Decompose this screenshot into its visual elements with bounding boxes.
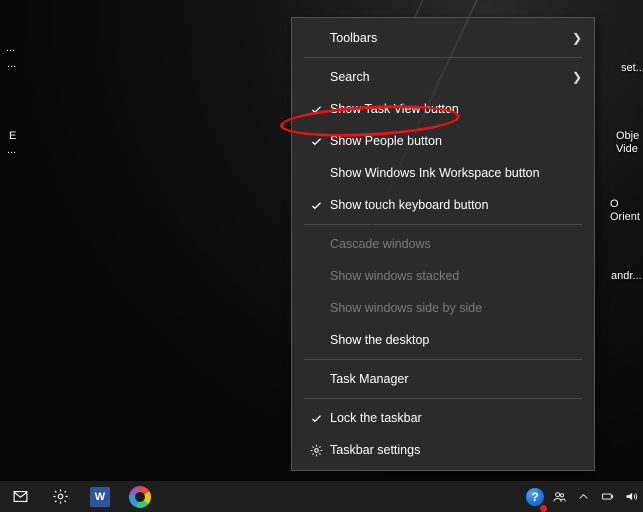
check-icon [306,199,326,212]
menu-separator [304,359,582,360]
desktop-icon-label: set... [621,62,643,75]
menu-item-label: Show windows stacked [330,269,582,283]
menu-item-show-people-button[interactable]: Show People button [292,125,594,157]
taskbar-context-menu: Toolbars❯Search❯Show Task View buttonSho… [291,17,595,471]
menu-separator [304,398,582,399]
desktop-icon-label: O Orient [610,198,640,224]
word-app[interactable]: W [80,481,120,512]
menu-item-show-task-view-button[interactable]: Show Task View button [292,93,594,125]
mail-icon[interactable] [0,481,40,512]
desktop-icon-label: E [9,130,16,143]
menu-item-cascade-windows: Cascade windows [292,228,594,260]
desktop-icon-label: ... [6,42,15,55]
menu-item-label: Show Task View button [330,102,582,116]
help-icon[interactable] [523,481,547,512]
word-icon: W [90,487,110,507]
menu-item-show-windows-ink-workspace-button[interactable]: Show Windows Ink Workspace button [292,157,594,189]
people-icon[interactable] [547,481,571,512]
menu-separator [304,57,582,58]
menu-item-label: Show windows side by side [330,301,582,315]
tray-chevron-icon[interactable] [571,481,595,512]
menu-item-toolbars[interactable]: Toolbars❯ [292,22,594,54]
menu-item-label: Lock the taskbar [330,411,582,425]
menu-item-show-windows-side-by-side: Show windows side by side [292,292,594,324]
menu-item-label: Show Windows Ink Workspace button [330,166,582,180]
desktop-icon-label: ... [7,58,16,71]
menu-item-label: Taskbar settings [330,443,582,457]
menu-item-show-touch-keyboard-button[interactable]: Show touch keyboard button [292,189,594,221]
menu-item-label: Cascade windows [330,237,582,251]
paint-app[interactable] [120,481,160,512]
chevron-right-icon: ❯ [572,31,582,45]
desktop-icon-label: Obje Vide [616,130,639,156]
gear-icon [306,444,326,457]
menu-item-show-windows-stacked: Show windows stacked [292,260,594,292]
battery-icon[interactable] [595,481,619,512]
menu-separator [304,224,582,225]
menu-item-lock-the-taskbar[interactable]: Lock the taskbar [292,402,594,434]
menu-item-taskbar-settings[interactable]: Taskbar settings [292,434,594,466]
check-icon [306,103,326,116]
desktop-icon-label: andr... [611,270,642,283]
chevron-right-icon: ❯ [572,70,582,84]
menu-item-label: Task Manager [330,372,582,386]
menu-item-search[interactable]: Search❯ [292,61,594,93]
settings-icon[interactable] [40,481,80,512]
check-icon [306,135,326,148]
menu-item-label: Toolbars [330,31,572,45]
menu-item-label: Show People button [330,134,582,148]
menu-item-label: Show the desktop [330,333,582,347]
menu-item-label: Search [330,70,572,84]
menu-item-show-the-desktop[interactable]: Show the desktop [292,324,594,356]
paint-icon [129,486,151,508]
desktop-icon-label: ... [7,144,16,157]
menu-item-label: Show touch keyboard button [330,198,582,212]
taskbar: W [0,480,643,512]
desktop[interactable]: ......E...set...Obje VideO Orientandr...… [0,0,643,512]
check-icon [306,412,326,425]
volume-icon[interactable] [619,481,643,512]
menu-item-task-manager[interactable]: Task Manager [292,363,594,395]
